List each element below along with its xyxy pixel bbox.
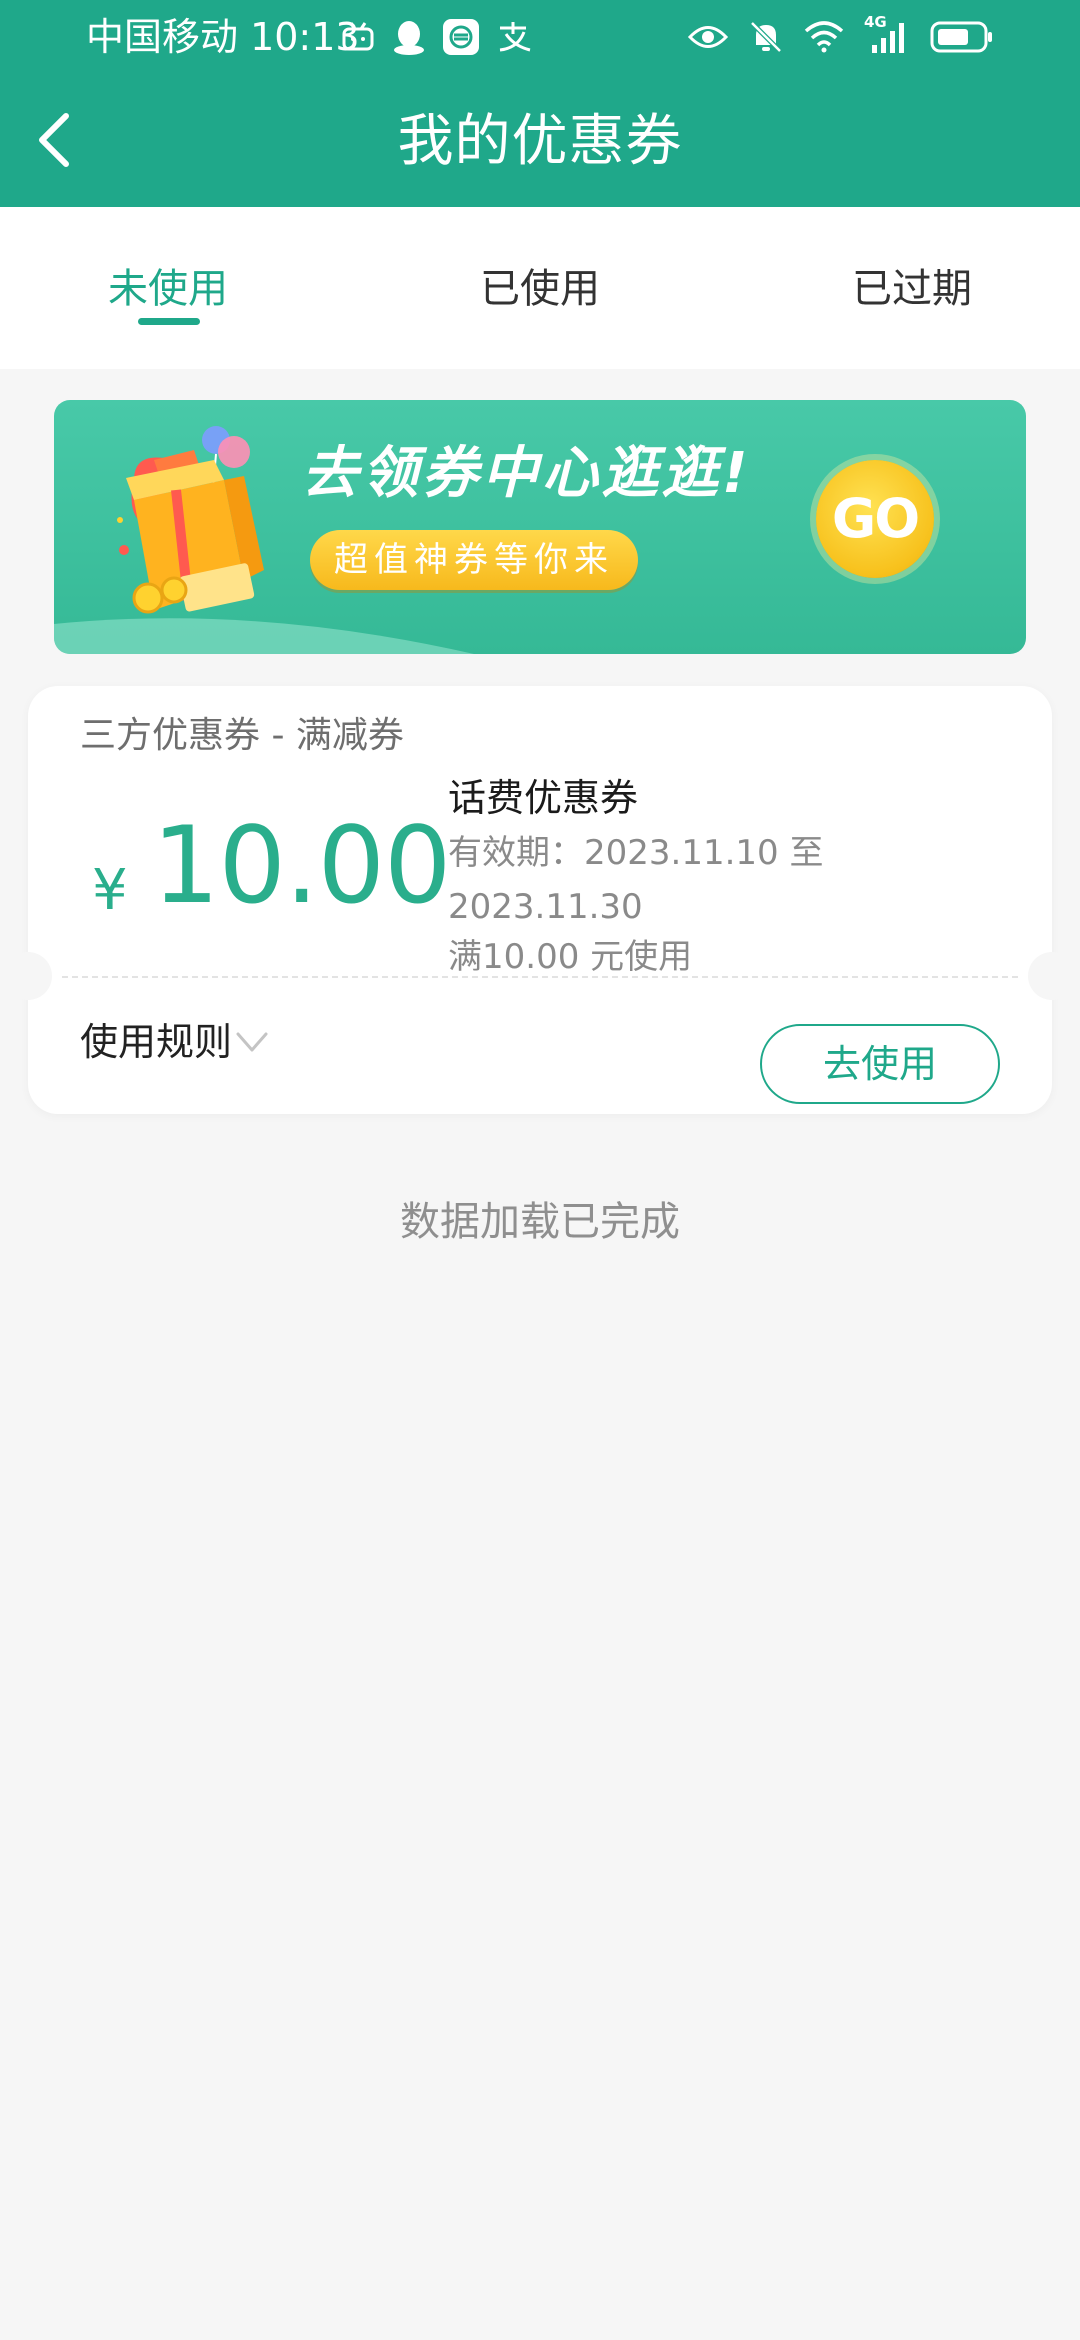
- carrier-time: 中国移动 10:13: [86, 15, 360, 59]
- tab-unused[interactable]: 未使用: [98, 259, 238, 319]
- coupon-card: 三方优惠券 - 满减券 ¥ 10.00 话费优惠券 有效期：2023.11.10…: [4, 686, 1076, 1114]
- top-bar: 中国移动 10:13 4G 我的优惠券: [0, 0, 1080, 207]
- usage-rules-toggle[interactable]: 使用规则: [80, 1012, 270, 1072]
- coupon-amount: 10.00: [152, 804, 451, 927]
- load-status-text: 数据加载已完成: [400, 1199, 680, 1245]
- tab-used[interactable]: 已使用: [470, 259, 610, 319]
- battery-icon: [930, 21, 992, 53]
- tab-bar: 未使用 已使用 已过期: [0, 207, 1080, 369]
- coupon-center-banner[interactable]: 去领券中心逛逛! 超值神券等你来 GO: [54, 400, 1026, 654]
- currency-symbol: ¥: [92, 858, 128, 923]
- usage-rules-label: 使用规则: [80, 1020, 233, 1064]
- coupon-validity: 有效期：2023.11.10 至 2023.11.30: [448, 833, 824, 927]
- wifi-icon: [804, 21, 844, 53]
- coupon-notch-right: [1028, 952, 1076, 1000]
- coupon-notch-left: [4, 952, 52, 1000]
- banner-title: 去领券中心逛逛!: [302, 441, 752, 506]
- bilibili-icon: [342, 22, 374, 51]
- chevron-down-icon: [236, 1032, 268, 1052]
- coupon-divider: [62, 976, 1018, 978]
- app-icon: [443, 19, 479, 55]
- coupon-name: 话费优惠券: [448, 776, 639, 820]
- eye-icon: [688, 26, 728, 48]
- go-button[interactable]: GO: [816, 460, 934, 578]
- page-title: 我的优惠券: [397, 109, 683, 174]
- status-left-icons: [340, 14, 534, 60]
- status-bar: 中国移动 10:13 4G: [0, 0, 1080, 74]
- status-right-icons: 4G: [688, 13, 994, 60]
- tab-active-indicator: [138, 318, 200, 325]
- coupon-type-label: 三方优惠券 - 满减券: [80, 715, 404, 756]
- mute-bell-icon: [750, 21, 782, 53]
- signal-indicator: 4G: [864, 13, 910, 55]
- qq-icon: [394, 21, 424, 55]
- tab-expired[interactable]: 已过期: [842, 259, 982, 319]
- signal-icon: [872, 23, 904, 53]
- coupon-condition: 满10.00 元使用: [448, 937, 693, 977]
- use-coupon-button[interactable]: 去使用: [760, 1024, 1000, 1104]
- alipay-icon: [499, 22, 531, 52]
- banner-subtitle: 超值神券等你来: [310, 530, 638, 590]
